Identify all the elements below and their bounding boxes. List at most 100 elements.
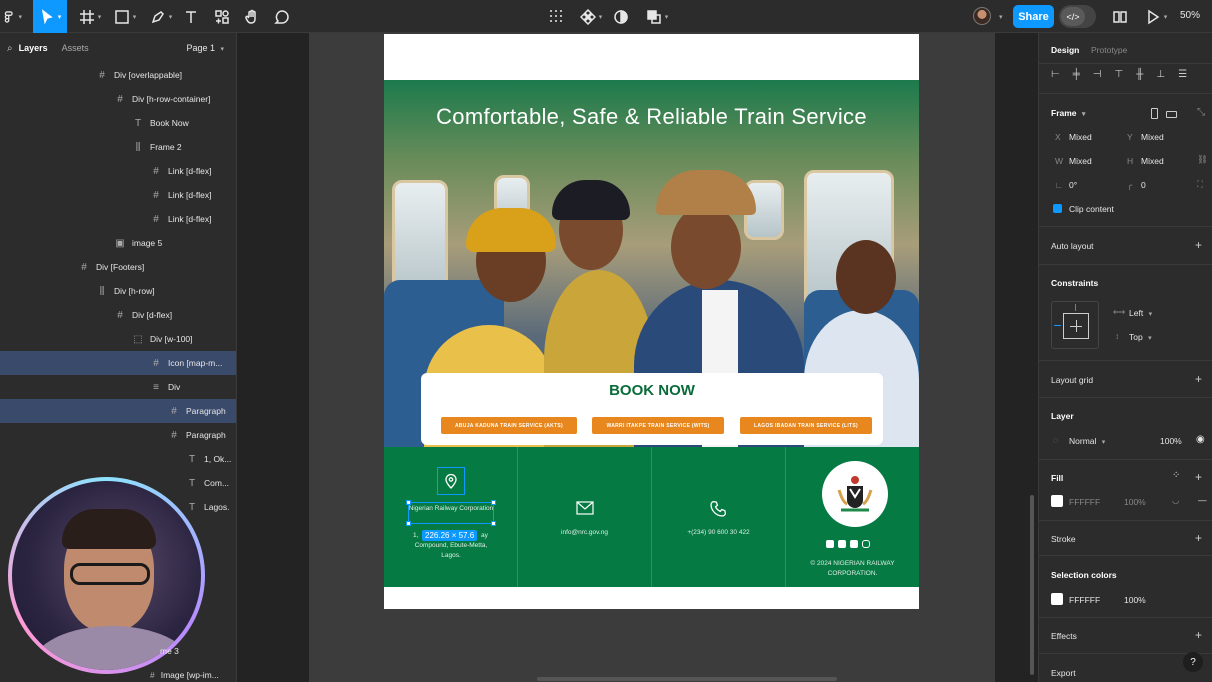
fill-styles-icon[interactable]: ⁘ <box>1172 470 1180 481</box>
footer-email[interactable]: info@nrc.gov.ng <box>518 528 651 538</box>
pen-tool-button[interactable]: ▾ <box>147 0 175 33</box>
move-tool-button[interactable]: ▾ <box>33 0 67 33</box>
search-icon[interactable]: ⌕ <box>7 43 13 54</box>
grid-button[interactable] <box>546 0 566 33</box>
fill-hex-field[interactable]: FFFFFF <box>1069 497 1100 507</box>
layer-row[interactable]: # Div [d-flex] <box>0 303 236 327</box>
layer-row[interactable]: # Link [d-flex] <box>0 183 236 207</box>
webpage-frame[interactable]: Comfortable, Safe & Reliable Train Servi… <box>384 34 919 609</box>
fill-color-swatch[interactable] <box>1051 495 1063 507</box>
constrain-proportions-icon[interactable]: ⛓ <box>1197 154 1208 165</box>
footer-phone[interactable]: +(234) 90 600 30 422 <box>652 528 785 538</box>
layer-row[interactable]: T Book Now <box>0 111 236 135</box>
layer-row[interactable]: ⫼ Div [h-row] <box>0 279 236 303</box>
add-effect-icon[interactable]: + <box>1195 628 1202 642</box>
chevron-down-icon[interactable]: ▾ <box>999 13 1003 21</box>
horizontal-scrollbar[interactable] <box>537 677 837 681</box>
independent-corners-icon[interactable]: ⛶ <box>1197 179 1203 190</box>
vertical-scrollbar[interactable] <box>1030 495 1034 675</box>
horizontal-constraint-select[interactable]: Left ▾ <box>1129 308 1152 318</box>
align-left-icon[interactable]: ⊢ <box>1051 69 1060 80</box>
add-auto-layout-icon[interactable]: + <box>1195 238 1202 252</box>
layer-row[interactable]: ≡ Div <box>0 375 236 399</box>
main-menu-button[interactable]: ▾ <box>2 0 22 33</box>
tab-prototype[interactable]: Prototype <box>1091 45 1127 55</box>
resize-to-fit-icon[interactable]: ⤡ <box>1197 107 1205 118</box>
portrait-icon[interactable] <box>1151 108 1158 119</box>
layer-row[interactable]: ⫼ Frame 2 <box>0 135 236 159</box>
clip-content-checkbox[interactable] <box>1053 204 1062 213</box>
selection-color-swatch[interactable] <box>1051 593 1063 605</box>
help-button[interactable]: ? <box>1183 652 1203 672</box>
present-button[interactable]: ▾ <box>1143 0 1169 33</box>
tab-design[interactable]: Design <box>1051 45 1079 55</box>
align-top-icon[interactable]: ⊤ <box>1115 69 1124 80</box>
add-layout-grid-icon[interactable]: + <box>1195 372 1202 386</box>
remove-fill-icon[interactable]: — <box>1198 495 1207 505</box>
frame-section-title[interactable]: Frame ▾ <box>1051 108 1085 118</box>
zoom-level[interactable]: 50% <box>1180 10 1200 21</box>
comment-tool-button[interactable] <box>272 0 292 33</box>
resize-handle[interactable] <box>406 521 411 526</box>
fill-opacity-field[interactable]: 100% <box>1124 497 1146 507</box>
layer-row[interactable]: # Div [h-row-container] <box>0 87 236 111</box>
resize-handle[interactable] <box>491 521 496 526</box>
boolean-button[interactable]: ▾ <box>643 0 671 33</box>
align-bottom-icon[interactable]: ⊥ <box>1156 69 1165 80</box>
user-avatar[interactable] <box>973 7 991 25</box>
corner-radius-field[interactable]: 0 <box>1141 180 1146 190</box>
twitter-icon[interactable] <box>838 540 846 548</box>
tab-layers[interactable]: Layers <box>19 43 48 53</box>
tab-assets[interactable]: Assets <box>62 43 89 53</box>
facebook-icon[interactable] <box>826 540 834 548</box>
layer-row[interactable]: T 1, Ok... <box>0 447 236 471</box>
layer-row[interactable]: ⬚ Div [w-100] <box>0 327 236 351</box>
x-field[interactable]: Mixed <box>1069 132 1092 142</box>
left-constraint-icon[interactable] <box>1054 325 1061 326</box>
layer-opacity-field[interactable]: 100% <box>1160 436 1182 446</box>
layer-row[interactable]: # Paragraph <box>0 423 236 447</box>
youtube-icon[interactable] <box>850 540 858 548</box>
blend-mode-select[interactable]: Normal ▾ <box>1069 436 1105 446</box>
layer-row[interactable]: # Link [d-flex] <box>0 159 236 183</box>
layer-row-image[interactable]: # Image [wp-im... <box>150 670 219 680</box>
w-field[interactable]: Mixed <box>1069 156 1092 166</box>
shape-tool-button[interactable]: ▾ <box>111 0 139 33</box>
route-button-lits[interactable]: LAGOS IBADAN TRAIN SERVICE (LITS) <box>740 417 872 434</box>
library-button[interactable] <box>1110 0 1130 33</box>
constraints-widget[interactable] <box>1051 301 1099 349</box>
layer-row[interactable]: # Div [Footers] <box>0 255 236 279</box>
frame-tool-button[interactable]: ▾ <box>76 0 104 33</box>
selection-color-opacity[interactable]: 100% <box>1124 595 1146 605</box>
page-selector[interactable]: Page 1 ▾ <box>186 43 224 53</box>
instagram-icon[interactable] <box>862 540 870 548</box>
align-center-h-icon[interactable]: ╪ <box>1073 69 1080 80</box>
dev-mode-toggle[interactable]: </> <box>1059 5 1096 28</box>
align-center-v-icon[interactable]: ╫ <box>1136 69 1143 80</box>
add-fill-icon[interactable]: + <box>1195 470 1202 484</box>
layer-row[interactable]: # Div [overlappable] <box>0 63 236 87</box>
landscape-icon[interactable] <box>1166 111 1177 118</box>
vertical-constraint-select[interactable]: Top ▾ <box>1129 332 1152 342</box>
visibility-eye-icon[interactable]: ◉ <box>1196 434 1205 445</box>
components-button[interactable]: ▾ <box>577 0 605 33</box>
layer-row[interactable]: ▣ image 5 <box>0 231 236 255</box>
route-button-akts[interactable]: ABUJA KADUNA TRAIN SERVICE (AKTS) <box>441 417 577 434</box>
h-field[interactable]: Mixed <box>1141 156 1164 166</box>
layer-row[interactable]: # Link [d-flex] <box>0 207 236 231</box>
layer-row-partial[interactable]: me 3 <box>160 646 179 656</box>
share-button[interactable]: Share <box>1013 5 1054 28</box>
selection-color-hex[interactable]: FFFFFF <box>1069 595 1100 605</box>
hand-tool-button[interactable] <box>242 0 262 33</box>
hide-fill-icon[interactable]: ◡ <box>1172 495 1179 506</box>
contrast-button[interactable] <box>612 0 630 33</box>
align-right-icon[interactable]: ⊣ <box>1093 69 1102 80</box>
layer-row[interactable]: # Icon [map-m... <box>0 351 236 375</box>
route-button-wits[interactable]: WARRI ITAKPE TRAIN SERVICE (WITS) <box>592 417 724 434</box>
layer-row[interactable]: # Paragraph <box>0 399 236 423</box>
text-tool-button[interactable] <box>181 0 201 33</box>
y-field[interactable]: Mixed <box>1141 132 1164 142</box>
resources-button[interactable] <box>212 0 232 33</box>
rotation-field[interactable]: 0° <box>1069 180 1077 190</box>
add-stroke-icon[interactable]: + <box>1195 531 1202 545</box>
